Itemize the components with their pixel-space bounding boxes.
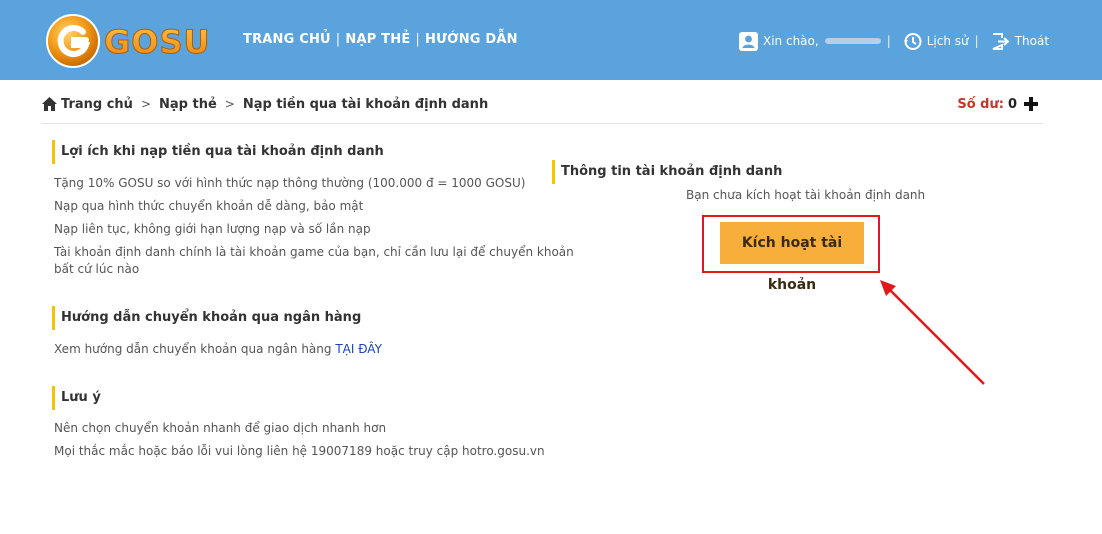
history-icon[interactable] (903, 32, 922, 51)
greeting-text: Xin chào, (763, 34, 819, 48)
activate-account-button[interactable]: Kích hoạt tài khoản (720, 222, 864, 293)
top-header-bar: GOSU TRANG CHỦ | NẠP THẺ | HƯỚNG DẪN Xin chà… (0, 0, 1102, 80)
breadcrumb-topup[interactable]: Nạp thẻ (159, 97, 217, 112)
account-status-text: Bạn chưa kích hoạt tài khoản định danh (686, 188, 926, 202)
nav-guide-link[interactable]: HƯỚNG DẪN (425, 32, 518, 47)
bank-guide-title: Hướng dẫn chuyển khoản qua ngân hàng (52, 306, 361, 330)
nav-home-link[interactable]: TRANG CHỦ (243, 32, 331, 47)
svg-text:GOSU: GOSU (104, 23, 211, 61)
bank-guide-link[interactable]: TẠI ĐÂY (335, 342, 382, 356)
gosu-logo[interactable]: GOSU (46, 13, 242, 69)
note-line: Mọi thắc mắc hoặc báo lỗi vui lòng liên … (54, 444, 545, 458)
home-icon[interactable] (41, 96, 58, 112)
notes-title: Lưu ý (52, 386, 101, 410)
logout-icon[interactable] (991, 32, 1010, 51)
breadcrumb-current: Nạp tiền qua tài khoản định danh (242, 96, 489, 112)
balance-value: 0 (1007, 96, 1017, 112)
chevron-right-icon: > (224, 97, 235, 111)
benefit-line: Tài khoản định danh chính là tài khoản g… (54, 245, 574, 259)
divider: | (974, 34, 979, 48)
breadcrumb-home[interactable]: Trang chủ (61, 97, 133, 112)
balance-display: Số dư: 0 (957, 96, 1039, 112)
user-menu: Xin chào, | Lịch sử | Thoát (739, 30, 1049, 52)
add-balance-plus-icon[interactable] (1023, 96, 1039, 112)
benefit-line: bất cứ lúc nào (54, 262, 140, 276)
nav-topup-link[interactable]: NẠP THẺ (345, 32, 410, 47)
benefit-line: Nạp qua hình thức chuyển khoản dễ dàng, … (54, 199, 364, 213)
user-icon (739, 31, 758, 51)
benefit-line: Tặng 10% GOSU so với hình thức nạp thông… (54, 176, 526, 190)
breadcrumb-row: Trang chủ > Nạp thẻ > Nạp tiền qua tài k… (41, 96, 1043, 124)
divider: | (886, 34, 891, 48)
chevron-right-icon: > (140, 97, 151, 111)
balance-label: Số dư: (957, 96, 1004, 112)
account-info-title: Thông tin tài khoản định danh (552, 160, 782, 184)
bank-guide-text: Xem hướng dẫn chuyển khoản qua ngân hàng… (54, 341, 382, 358)
logout-link[interactable]: Thoát (1015, 34, 1049, 48)
benefits-title: Lợi ích khi nạp tiền qua tài khoản định … (52, 140, 384, 164)
note-line: Nên chọn chuyển khoản nhanh để giao dịch… (54, 421, 387, 435)
benefit-line: Nạp liên tục, không giới hạn lượng nạp v… (54, 222, 371, 236)
history-link[interactable]: Lịch sử (927, 34, 969, 48)
blurred-username (824, 38, 881, 44)
top-navigation: TRANG CHỦ | NẠP THẺ | HƯỚNG DẪN (243, 32, 518, 47)
breadcrumb: Trang chủ > Nạp thẻ > Nạp tiền qua tài k… (41, 96, 488, 112)
bank-guide-label: Xem hướng dẫn chuyển khoản qua ngân hàng (54, 342, 332, 356)
